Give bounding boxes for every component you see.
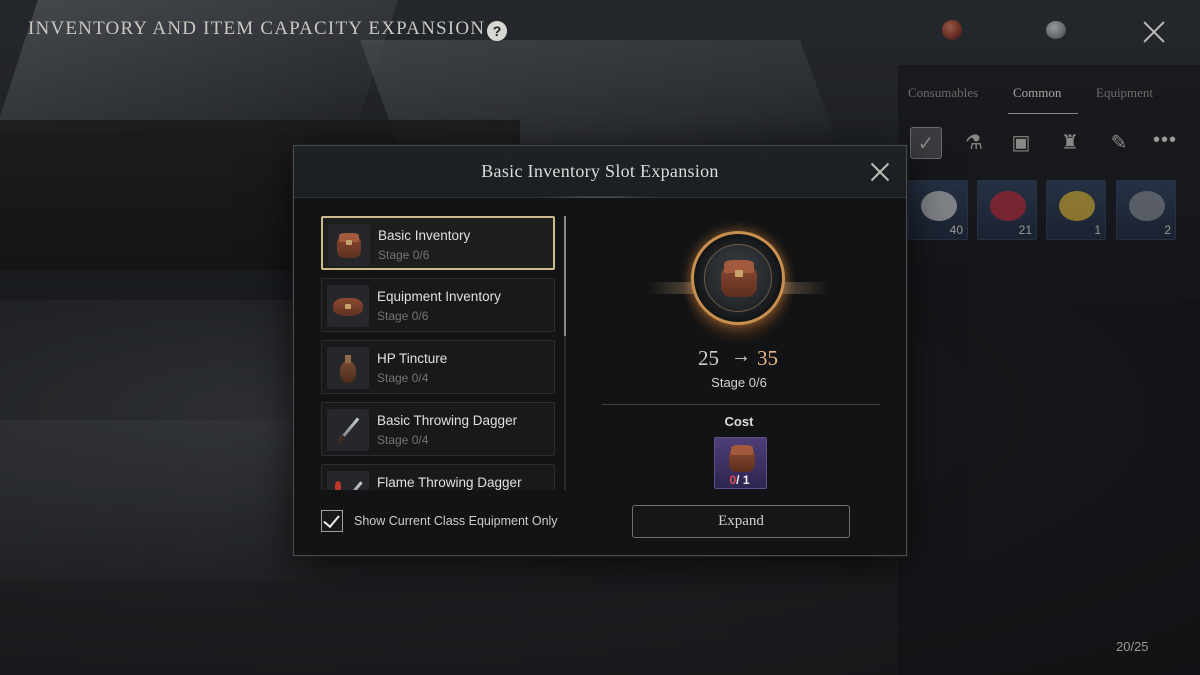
slot-quantity: 40: [949, 223, 963, 237]
expansion-list: Basic Inventory Stage 0/6 Equipment Inve…: [321, 216, 561, 490]
list-item-basic-inventory[interactable]: Basic Inventory Stage 0/6: [321, 216, 555, 270]
pouch-icon: [704, 244, 772, 312]
inventory-slot[interactable]: 1: [1046, 180, 1106, 240]
cost-quantity: 0/ 1: [713, 473, 766, 487]
inventory-slot[interactable]: 21: [977, 180, 1037, 240]
current-capacity: 25: [698, 346, 719, 370]
active-tab-indicator: [1008, 113, 1078, 114]
list-item-flame-throwing-dagger[interactable]: Flame Throwing Dagger: [321, 464, 555, 490]
tab-common[interactable]: Common: [1013, 85, 1061, 101]
slot-quantity: 21: [1018, 223, 1032, 237]
inventory-slot[interactable]: 40: [908, 180, 968, 240]
currency-orb-icon: [942, 20, 962, 40]
gold-item-icon: [1059, 191, 1095, 221]
ore-item-icon: [921, 191, 957, 221]
slot-quantity: 2: [1164, 223, 1171, 237]
slot-quantity: 1: [1094, 223, 1101, 237]
dagger-icon: [327, 409, 369, 451]
currency-coin-icon: [1046, 21, 1066, 39]
expansion-dialog: Basic Inventory Slot Expansion Basic Inv…: [293, 145, 907, 556]
tab-equipment[interactable]: Equipment: [1096, 85, 1153, 101]
item-stage: Stage 0/4: [377, 371, 429, 385]
scroll-category-icon[interactable]: ✎: [1103, 127, 1135, 159]
item-name: Basic Throwing Dagger: [377, 413, 518, 428]
item-name: Basic Inventory: [378, 228, 471, 243]
next-capacity: 35: [757, 346, 778, 370]
pouch-icon: [328, 224, 370, 266]
flame-dagger-icon: [327, 471, 369, 490]
item-stage: Stage 0/4: [377, 433, 429, 447]
scrap-item-icon: [1129, 191, 1165, 221]
list-scrollbar[interactable]: [564, 216, 566, 490]
list-item-equipment-inventory[interactable]: Equipment Inventory Stage 0/6: [321, 278, 555, 332]
cost-required: / 1: [736, 473, 750, 487]
inventory-tabs: Consumables Common Equipment: [898, 85, 1200, 105]
item-stage: Stage 0/6: [377, 309, 429, 323]
item-name: HP Tincture: [377, 351, 448, 366]
flask-icon: [327, 347, 369, 389]
inventory-capacity: 20/25: [1116, 639, 1149, 654]
more-icon[interactable]: •••: [1153, 129, 1177, 152]
satchel-icon: [327, 285, 369, 327]
item-name: Equipment Inventory: [377, 289, 501, 304]
help-icon[interactable]: ?: [487, 21, 507, 41]
dialog-header: Basic Inventory Slot Expansion: [294, 146, 906, 198]
scrollbar-thumb[interactable]: [564, 216, 566, 336]
list-item-hp-tincture[interactable]: HP Tincture Stage 0/4: [321, 340, 555, 394]
class-filter-label: Show Current Class Equipment Only: [354, 514, 558, 528]
berry-item-icon: [990, 191, 1026, 221]
inventory-slot[interactable]: 2: [1116, 180, 1176, 240]
cost-label: Cost: [724, 414, 754, 429]
detail-stage: Stage 0/6: [711, 375, 767, 390]
class-filter-checkbox[interactable]: [321, 510, 343, 532]
tab-consumables[interactable]: Consumables: [908, 85, 978, 101]
dialog-title: Basic Inventory Slot Expansion: [481, 161, 719, 181]
list-item-basic-throwing-dagger[interactable]: Basic Throwing Dagger Stage 0/4: [321, 402, 555, 456]
divider: [602, 404, 880, 405]
dialog-close-icon[interactable]: [868, 160, 892, 184]
cost-item-slot[interactable]: 0/ 1: [714, 437, 767, 489]
potion-category-icon[interactable]: ⚗: [958, 127, 990, 159]
item-stage: Stage 0/6: [378, 248, 430, 262]
expand-button[interactable]: Expand: [632, 505, 850, 538]
item-name: Flame Throwing Dagger: [377, 475, 522, 490]
sack-category-icon[interactable]: ♜: [1054, 127, 1086, 159]
check-icon: [323, 510, 340, 529]
page-title: INVENTORY AND ITEM CAPACITY EXPANSION: [28, 18, 486, 39]
arrow-right-icon: →: [731, 345, 751, 367]
select-all-checkbox-icon[interactable]: ✓: [910, 127, 942, 159]
inventory-side-panel: Consumables Common Equipment ✓ ⚗ ▣ ♜ ✎ •…: [898, 65, 1200, 675]
close-icon[interactable]: [1140, 18, 1168, 46]
chest-category-icon[interactable]: ▣: [1005, 127, 1037, 159]
